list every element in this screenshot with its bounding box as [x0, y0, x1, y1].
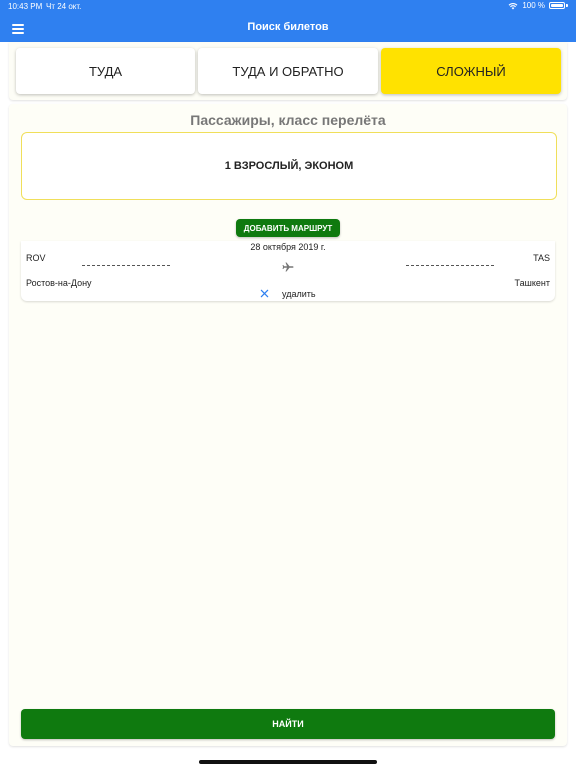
home-indicator [199, 760, 377, 764]
search-panel: Пассажиры, класс перелёта 1 ВЗРОСЛЫЙ, ЭК… [9, 104, 567, 746]
close-icon[interactable] [260, 289, 269, 298]
add-route-button[interactable]: ДОБАВИТЬ МАРШРУТ [236, 219, 340, 237]
passengers-class-selector[interactable]: 1 ВЗРОСЛЫЙ, ЭКОНОМ [21, 132, 557, 200]
status-right: 100 % [508, 1, 568, 10]
trip-type-tabs: ТУДА ТУДА И ОБРАТНО СЛОЖНЫЙ [9, 42, 567, 100]
battery-icon [549, 2, 565, 9]
status-bar: 10:43 PM Чт 24 окт. 100 % [0, 0, 576, 14]
tab-complex[interactable]: СЛОЖНЫЙ [381, 48, 561, 94]
tab-one-way[interactable]: ТУДА [16, 48, 195, 94]
wifi-icon [508, 2, 518, 9]
route-from-code: ROV [26, 253, 46, 263]
delete-route-button[interactable]: удалить [282, 289, 316, 299]
route-to-city[interactable]: Ташкент [515, 278, 550, 288]
route-dash-right [406, 265, 494, 266]
page-title: Поиск билетов [247, 21, 329, 33]
route-dash-left [82, 265, 170, 266]
airplane-icon [282, 262, 294, 272]
route-date[interactable]: 28 октября 2019 г. [21, 242, 555, 252]
find-button[interactable]: НАЙТИ [21, 709, 555, 739]
status-time: 10:43 PM [8, 2, 43, 11]
battery-percent: 100 % [522, 1, 545, 10]
route-to-code: TAS [533, 253, 550, 263]
nav-bar: Поиск билетов [0, 14, 576, 42]
status-date: Чт 24 окт. [46, 2, 82, 11]
route-card[interactable]: 28 октября 2019 г. ROV TAS Ростов-на-Дон… [21, 241, 555, 301]
battery-tip [566, 4, 568, 7]
passengers-section-title: Пассажиры, класс перелёта [190, 112, 386, 128]
route-from-city[interactable]: Ростов-на-Дону [26, 278, 92, 288]
tab-round-trip[interactable]: ТУДА И ОБРАТНО [198, 48, 378, 94]
